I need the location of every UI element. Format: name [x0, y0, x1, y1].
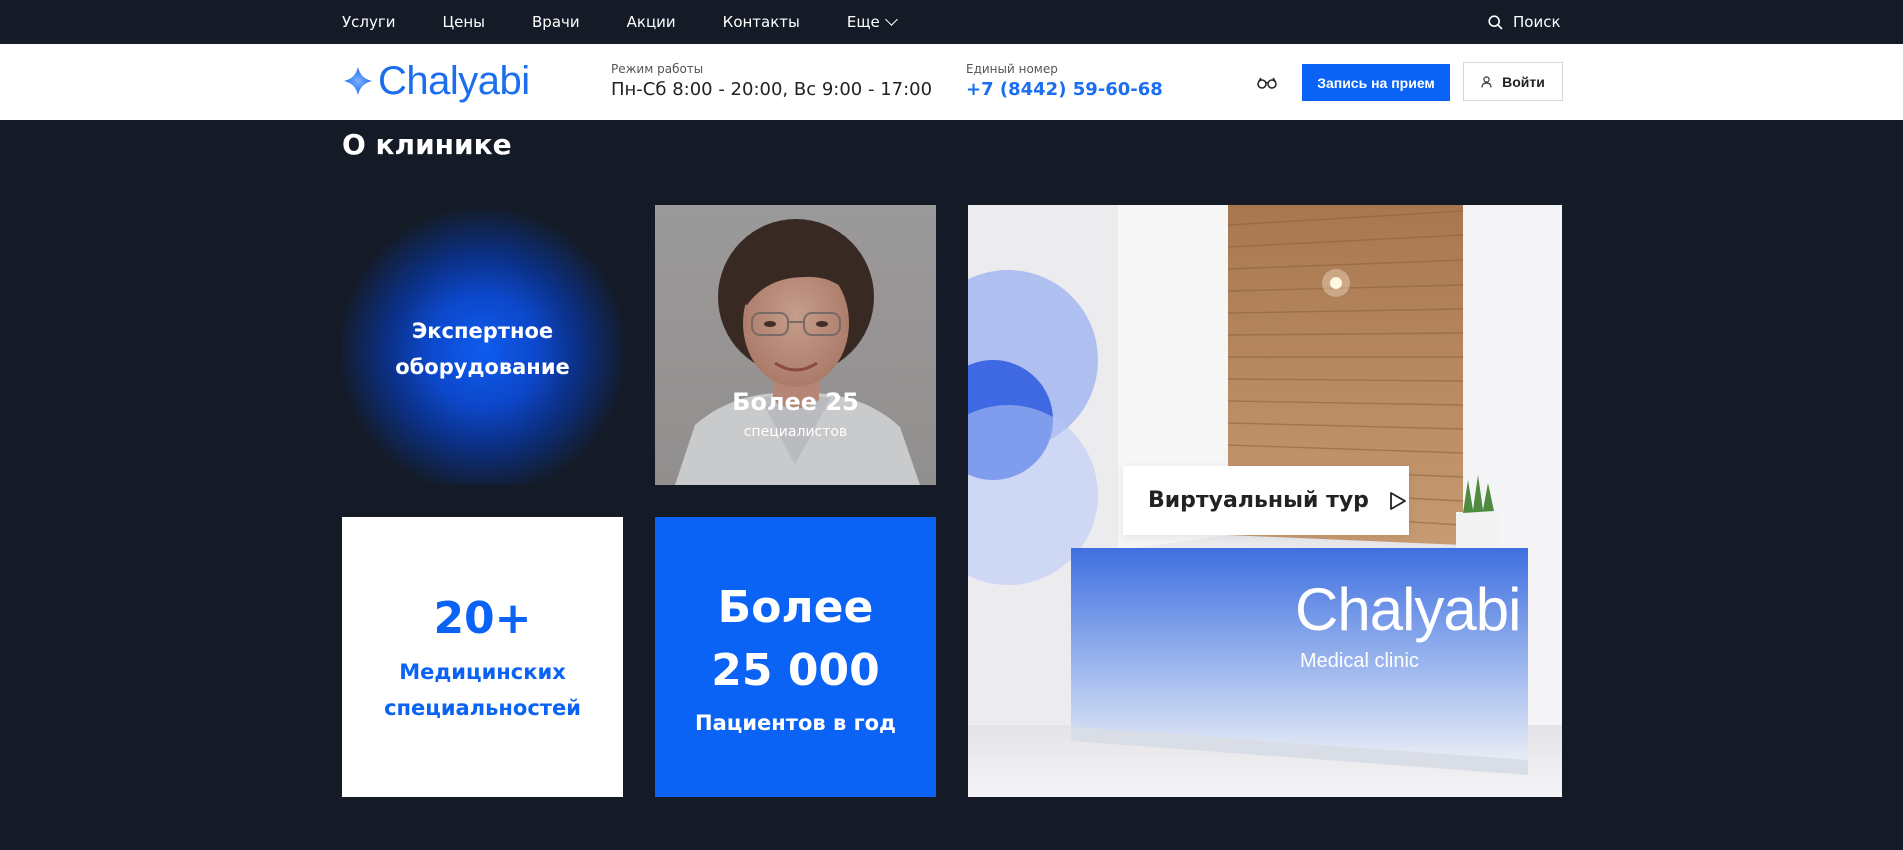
phone-label: Единый номер [966, 62, 1058, 76]
logo-cross-icon [344, 67, 372, 95]
nav-more-label: Еще [846, 13, 880, 31]
phone-block: Единый номер +7 (8442) 59-60-68 [966, 62, 1163, 100]
phone-link[interactable]: +7 (8442) 59-60-68 [966, 79, 1163, 100]
working-hours: Режим работы Пн-Сб 8:00 - 20:00, Вс 9:00… [611, 62, 932, 100]
virtual-tour-label: Виртуальный тур [1148, 488, 1369, 513]
nav-item-contacts[interactable]: Контакты [723, 13, 800, 31]
doctors-card[interactable]: Более 25 специалистов [655, 205, 936, 485]
specialties-text: Медицинских специальностей [342, 654, 623, 726]
nav-item-promotions[interactable]: Акции [627, 13, 676, 31]
nav-item-prices[interactable]: Цены [442, 13, 485, 31]
equipment-card: Экспертное оборудование [342, 205, 623, 485]
doctors-count: Более 25 [732, 388, 859, 416]
chevron-down-icon [884, 13, 898, 26]
equipment-line2: оборудование [395, 355, 570, 379]
appointment-button[interactable]: Запись на прием [1302, 64, 1450, 101]
user-icon [1481, 75, 1492, 88]
glasses-icon [1257, 77, 1277, 89]
patients-line1: Более [717, 582, 874, 633]
patients-card: Более 25 000 Пациентов в год [655, 517, 936, 797]
patients-count: 25 000 [711, 645, 880, 696]
section-title: О клинике [342, 128, 512, 161]
search-label: Поиск [1513, 13, 1561, 31]
nav-item-more[interactable]: Еще [846, 13, 898, 31]
doctor-photo-overlay [655, 205, 936, 485]
accessibility-toggle[interactable] [1257, 74, 1277, 93]
play-icon [1390, 491, 1406, 510]
nav-item-doctors[interactable]: Врачи [532, 13, 580, 31]
login-button[interactable]: Войти [1463, 62, 1563, 101]
hours-label: Режим работы [611, 62, 704, 76]
top-navigation-bar: Услуги Цены Врачи Акции Контакты Еще Пои… [0, 0, 1903, 44]
specialties-card: 20+ Медицинских специальностей [342, 517, 623, 797]
nav-item-services[interactable]: Услуги [342, 13, 395, 31]
virtual-tour-button[interactable]: Виртуальный тур [1123, 466, 1409, 535]
search-button[interactable]: Поиск [1488, 0, 1561, 44]
search-icon [1488, 14, 1503, 30]
main-nav: Услуги Цены Врачи Акции Контакты Еще [342, 0, 943, 44]
doctors-label: специалистов [743, 424, 848, 440]
virtual-tour-card[interactable]: Виртуальный тур Chalyabi Medical clinic [968, 205, 1562, 797]
login-label: Войти [1502, 73, 1545, 90]
logo[interactable]: Chalyabi [342, 56, 530, 106]
logo-text: Chalyabi [378, 58, 530, 103]
equipment-text: Экспертное оборудование [342, 313, 623, 385]
desk-brand-text: Chalyabi [1295, 576, 1521, 643]
site-header: Chalyabi Режим работы Пн-Сб 8:00 - 20:00… [0, 44, 1903, 120]
patients-label: Пациентов в год [695, 711, 896, 735]
hours-value: Пн-Сб 8:00 - 20:00, Вс 9:00 - 17:00 [611, 79, 933, 100]
desk-subtitle-text: Medical clinic [1300, 650, 1419, 672]
specialties-line1: Медицинских [399, 660, 566, 684]
specialties-count: 20+ [433, 593, 532, 644]
specialties-line2: специальностей [384, 696, 581, 720]
equipment-line1: Экспертное [411, 319, 554, 343]
